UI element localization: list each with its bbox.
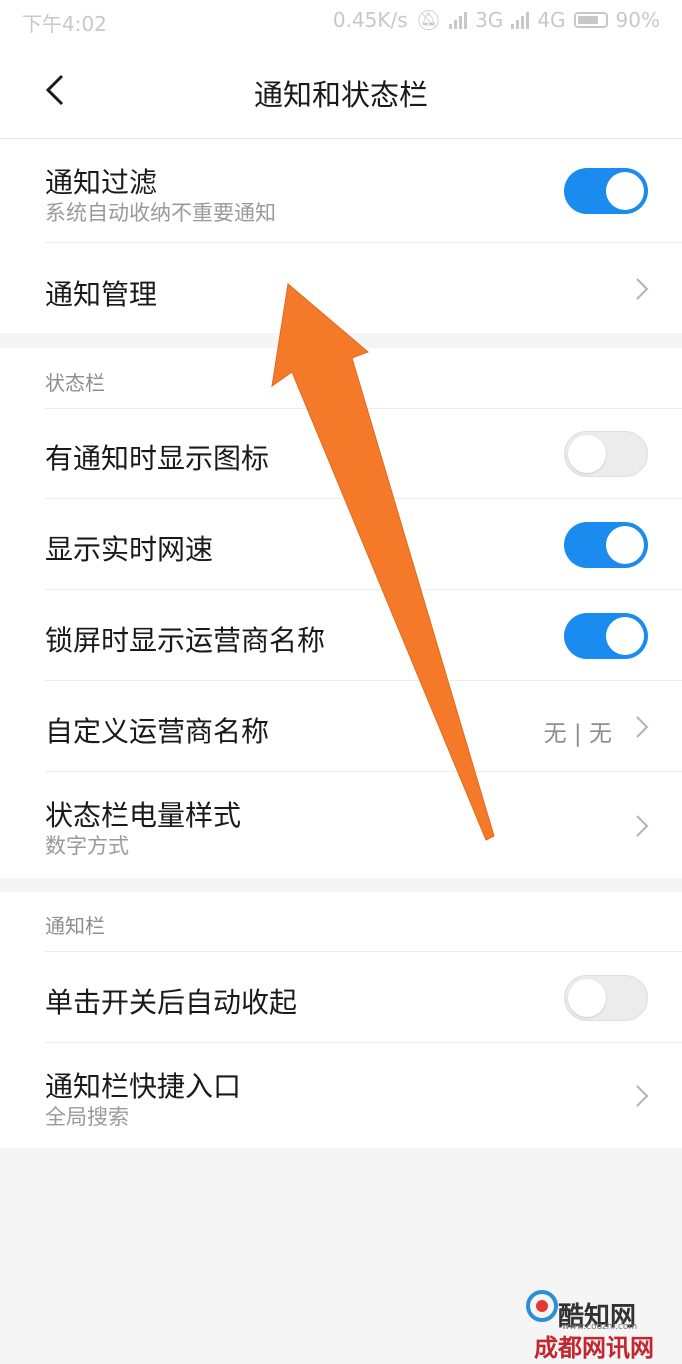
row-notification-manage[interactable]: 通知管理 <box>0 243 682 333</box>
auto-collapse-toggle[interactable] <box>564 975 648 1021</box>
row-auto-collapse[interactable]: 单击开关后自动收起 <box>0 952 682 1043</box>
net-type-1: 3G <box>475 8 504 32</box>
row-carrier-lockscreen[interactable]: 锁屏时显示运营商名称 <box>0 590 682 681</box>
row-label: 通知过滤 <box>45 166 158 199</box>
row-notification-filter[interactable]: 通知过滤 系统自动收纳不重要通知 <box>0 139 682 243</box>
row-label: 自定义运营商名称 <box>45 715 270 748</box>
row-label: 通知栏快捷入口 <box>45 1070 242 1103</box>
net-speed-toggle[interactable] <box>564 522 648 568</box>
mute-icon: 🔕︎ <box>415 8 442 32</box>
section-title: 状态栏 <box>45 371 105 395</box>
clock: 下午4:02 <box>22 12 107 36</box>
row-label: 状态栏电量样式 <box>45 799 242 832</box>
row-sublabel: 数字方式 <box>45 834 129 858</box>
row-battery-style[interactable]: 状态栏电量样式 数字方式 <box>0 772 682 878</box>
carrier-lockscreen-toggle[interactable] <box>564 613 648 659</box>
row-sublabel: 全局搜索 <box>45 1105 129 1129</box>
notification-filter-toggle[interactable] <box>564 168 648 214</box>
battery-icon <box>573 12 608 28</box>
statusbar-section: 状态栏 有通知时显示图标 显示实时网速 锁屏时显示运营商名称 自定义运营商名称 … <box>0 348 682 878</box>
row-show-icons[interactable]: 有通知时显示图标 <box>0 409 682 499</box>
battery-level: 90% <box>615 8 660 32</box>
signal-icon-2 <box>511 11 530 29</box>
page-title: 通知和状态栏 <box>253 78 428 112</box>
status-bar: 下午4:02 0.45K/s 🔕︎ 3G 4G 90% <box>0 0 682 40</box>
row-label: 显示实时网速 <box>45 533 214 566</box>
chevron-right-icon <box>636 716 649 738</box>
net-speed: 0.45K/s <box>332 8 408 32</box>
row-net-speed[interactable]: 显示实时网速 <box>0 499 682 590</box>
row-value: 无 | 无 <box>543 721 612 747</box>
row-sublabel: 系统自动收纳不重要通知 <box>45 201 276 225</box>
notification-bar-section: 通知栏 单击开关后自动收起 通知栏快捷入口 全局搜索 <box>0 892 682 1148</box>
row-custom-carrier[interactable]: 自定义运营商名称 无 | 无 <box>0 681 682 772</box>
chevron-right-icon <box>636 278 649 300</box>
row-label: 锁屏时显示运营商名称 <box>45 624 326 657</box>
notification-group: 通知过滤 系统自动收纳不重要通知 通知管理 <box>0 139 682 333</box>
chevron-right-icon <box>636 1085 649 1107</box>
watermark-bottom: 成都网讯网 <box>534 1334 654 1362</box>
row-label: 通知管理 <box>45 278 158 311</box>
row-label: 有通知时显示图标 <box>45 442 270 475</box>
section-title: 通知栏 <box>45 914 105 938</box>
signal-icon <box>449 11 468 29</box>
nav-header: 通知和状态栏 <box>0 40 682 139</box>
chevron-right-icon <box>636 815 649 837</box>
row-shortcut[interactable]: 通知栏快捷入口 全局搜索 <box>0 1043 682 1148</box>
row-label: 单击开关后自动收起 <box>45 986 298 1019</box>
net-type-2: 4G <box>537 8 566 32</box>
show-icons-toggle[interactable] <box>564 431 648 477</box>
status-indicators: 0.45K/s 🔕︎ 3G 4G 90% <box>333 8 660 32</box>
